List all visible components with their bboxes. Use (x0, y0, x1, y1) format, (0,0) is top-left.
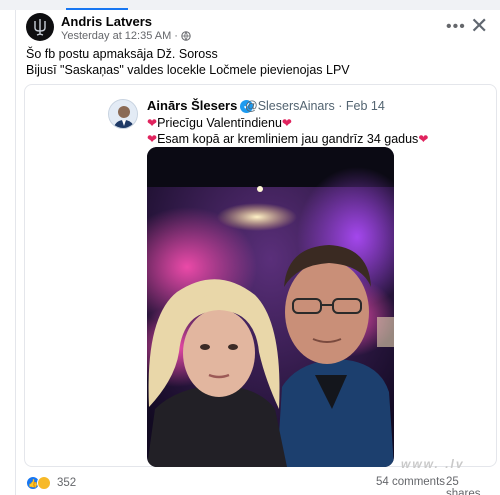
haha-reaction-icon (37, 476, 51, 490)
tweet-line: ❤Esam kopā ar kremliniem jau gandrīz 34 … (147, 132, 429, 146)
heart-icon: ❤ (147, 132, 158, 146)
more-options-icon[interactable]: ••• (446, 18, 466, 36)
heart-icon: ❤ (418, 132, 429, 146)
post-meta: Yesterday at 12:35 AM · (61, 30, 191, 42)
post-text: Šo fb postu apmaksāja Dž. Soross Bijusī … (26, 46, 350, 78)
post-card: Andris Latvers Yesterday at 12:35 AM · •… (15, 10, 500, 495)
author-avatar[interactable] (26, 13, 54, 41)
tweet-photo[interactable] (147, 147, 394, 467)
shares-count-link[interactable]: 25 shares (446, 476, 496, 495)
close-icon[interactable]: ✕ (470, 13, 488, 39)
post-text-line: Bijusī "Saskaņas" valdes locekle Ločmele… (26, 63, 350, 77)
heart-icon: ❤ (281, 116, 292, 130)
reaction-count: 352 (57, 477, 77, 489)
embedded-tweet[interactable]: Ainārs Šlesers ✓ @SlesersAinars · Feb 14 … (24, 84, 497, 467)
watermark: www. .lv (401, 457, 465, 471)
post-footer: 👍 352 54 comments 25 shares (26, 476, 496, 495)
author-name[interactable]: Andris Latvers (61, 14, 152, 29)
reactions-summary[interactable]: 👍 352 (26, 476, 76, 490)
heart-icon: ❤ (147, 116, 158, 130)
post-timestamp[interactable]: Yesterday at 12:35 AM (61, 30, 171, 42)
tweet-author-name: Ainārs Šlesers ✓ (147, 98, 254, 113)
globe-icon (181, 31, 191, 41)
tweet-line: ❤Priecīgu Valentīndienu❤ (147, 116, 292, 130)
tweet-author-avatar (108, 99, 138, 129)
trident-icon (34, 19, 46, 36)
top-bar (0, 0, 500, 10)
post-text-line: Šo fb postu apmaksāja Dž. Soross (26, 47, 218, 61)
comments-count-link[interactable]: 54 comments (376, 476, 445, 488)
tweet-handle: @SlesersAinars · Feb 14 (245, 99, 385, 113)
